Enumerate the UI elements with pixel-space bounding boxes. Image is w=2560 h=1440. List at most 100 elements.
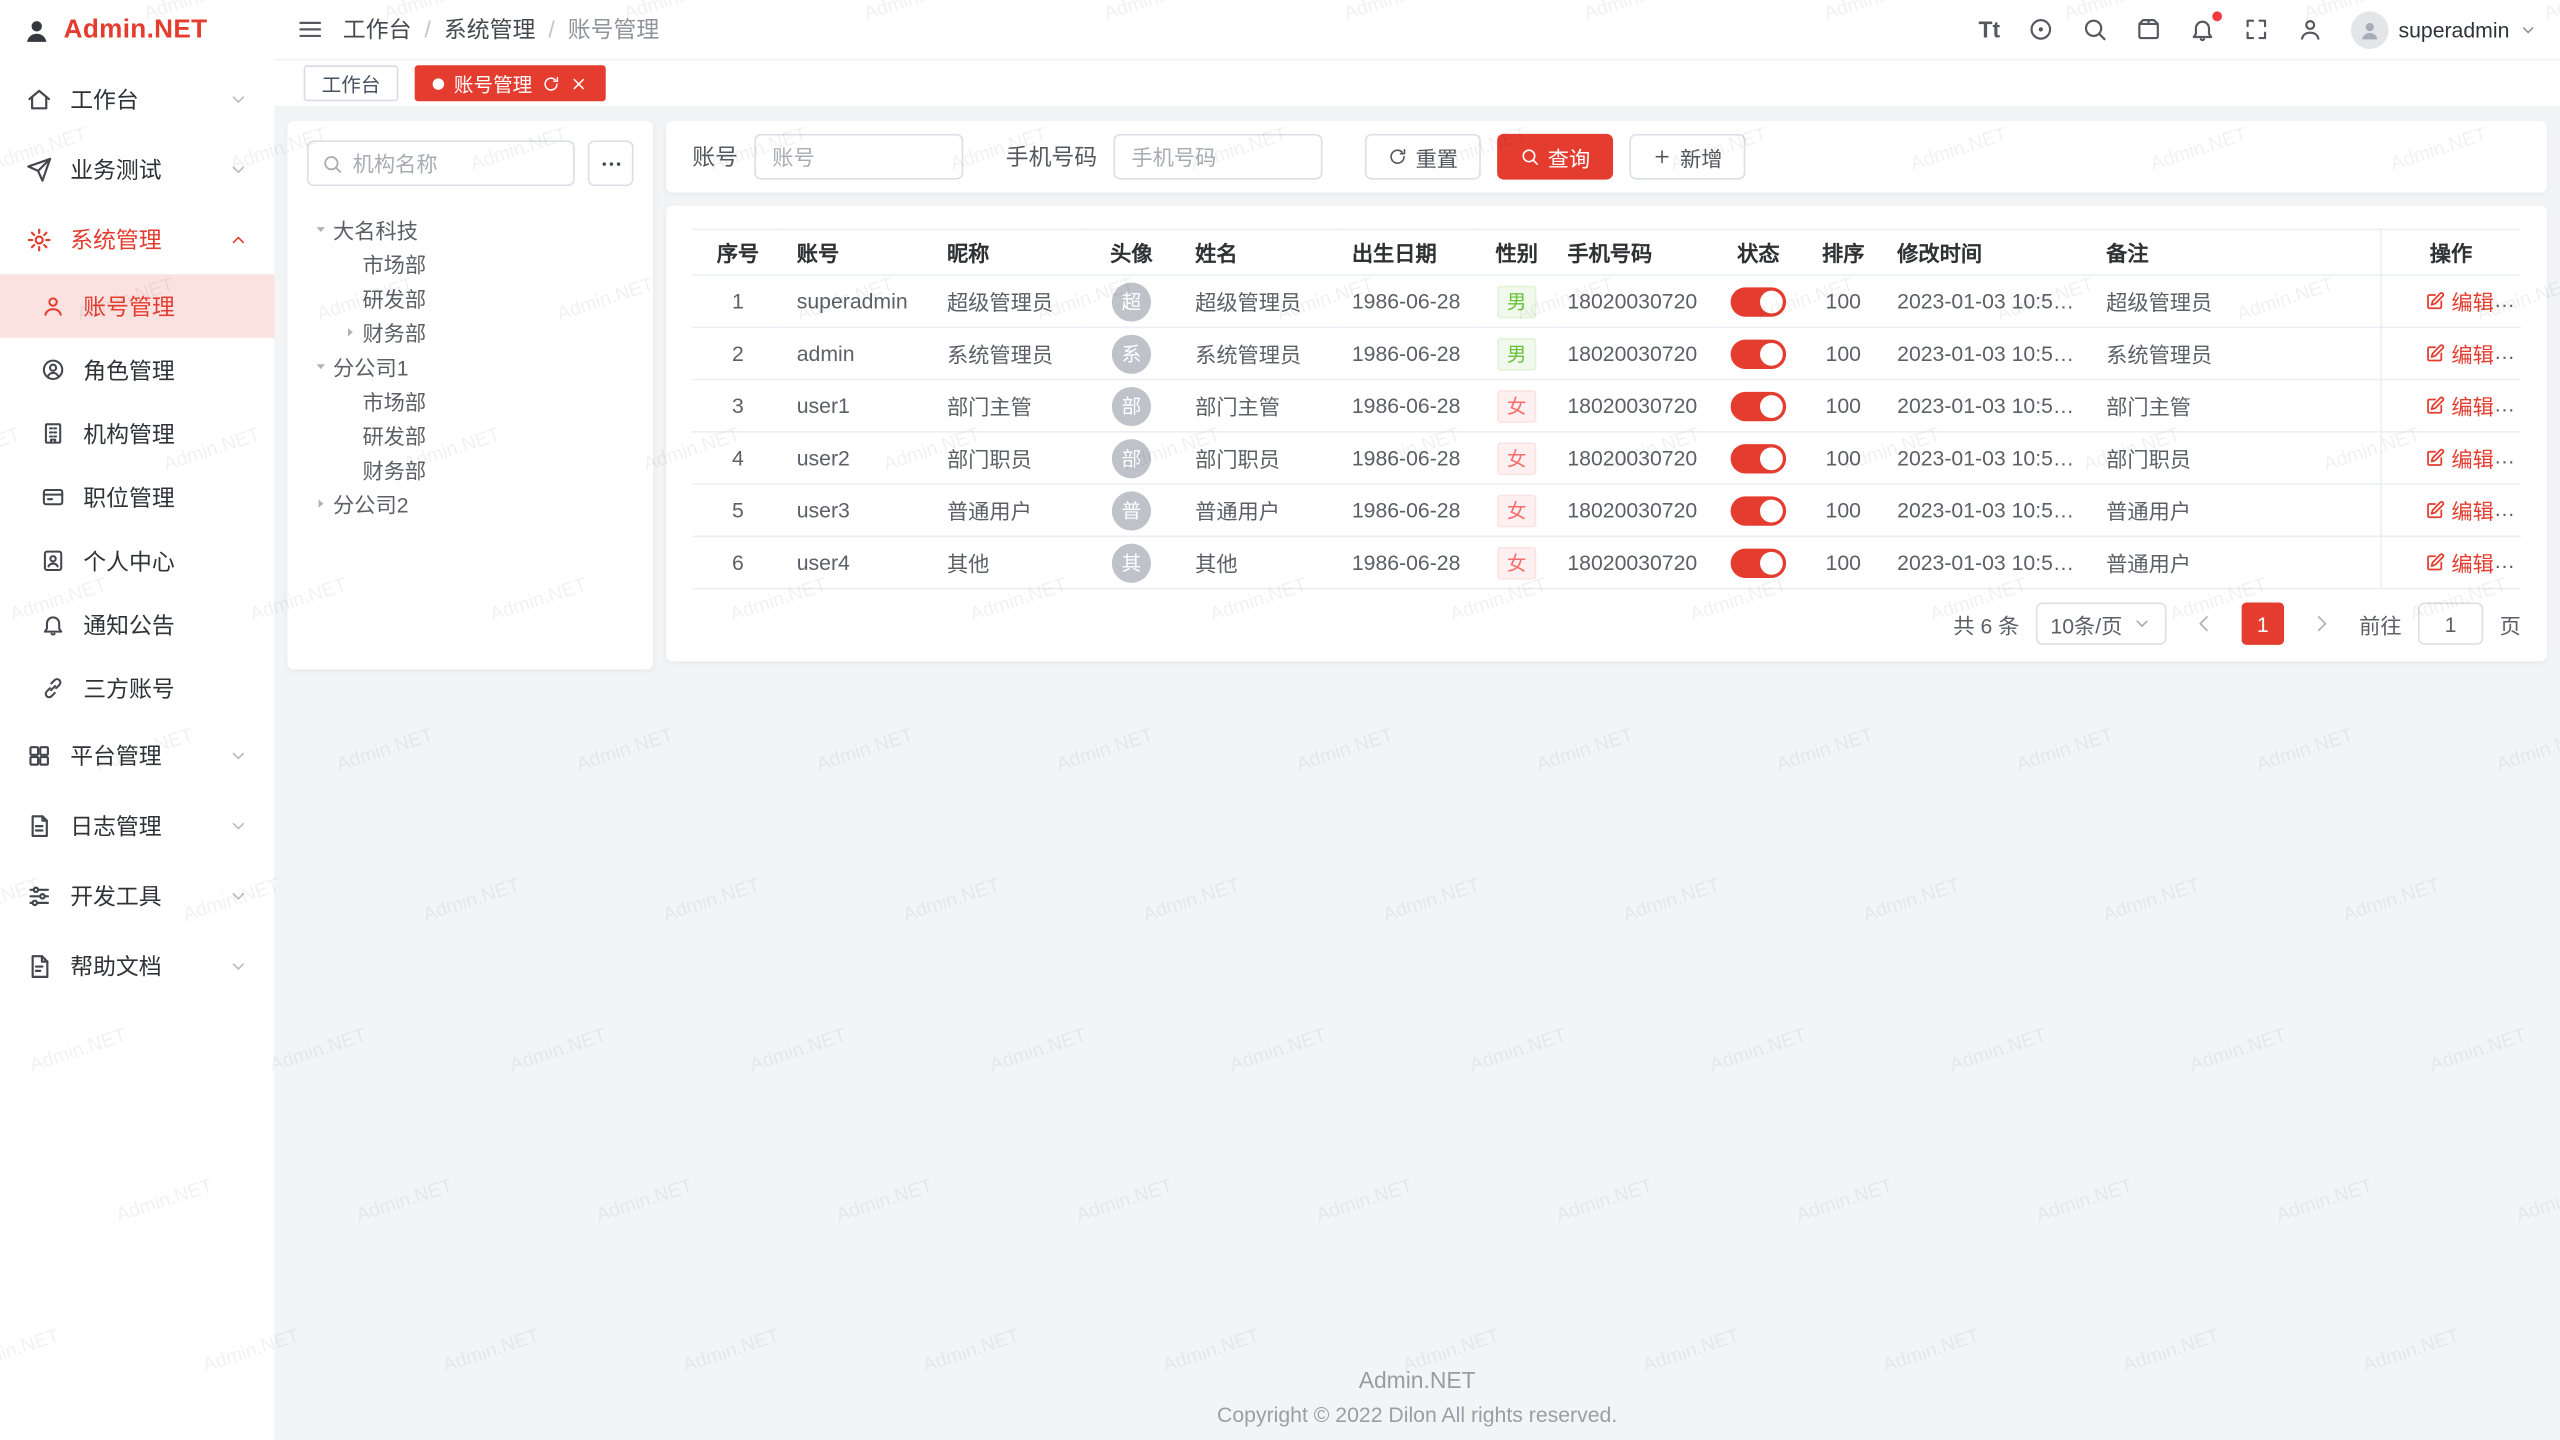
sidebar-item-position-manage[interactable]: 职位管理 [0,465,274,529]
sidebar-item-platform-manage[interactable]: 平台管理 [0,720,274,790]
sidebar-item-help-docs[interactable]: 帮助文档 [0,931,274,1001]
sidebar-item-notice[interactable]: 通知公告 [0,593,274,657]
brand-logo-icon [21,15,52,46]
edit-button[interactable]: 编辑 [2424,338,2494,369]
cell-gender: 女 [1479,484,1554,536]
sidebar-item-business-test[interactable]: 业务测试 [0,134,274,204]
sidebar-item-label: 系统管理 [70,223,161,256]
content: 大名科技市场部研发部财务部分公司1市场部研发部财务部分公司2 账号 手机号码 重… [274,108,2560,1440]
cell-name: 部门主管 [1182,380,1339,432]
collapse-menu-icon[interactable] [297,16,323,42]
status-toggle[interactable] [1731,391,1787,420]
role-icon [41,358,65,382]
sidebar-item-account-manage[interactable]: 账号管理 [0,274,274,338]
add-label: 新增 [1680,141,1722,172]
search-icon[interactable] [2082,16,2108,42]
tab-account-manage[interactable]: 账号管理 [415,65,606,101]
sidebar-item-dev-tools[interactable]: 开发工具 [0,860,274,930]
status-toggle[interactable] [1731,287,1787,316]
cell-gender: 女 [1479,432,1554,484]
theme-icon[interactable] [2028,16,2054,42]
org-search-input[interactable] [353,151,560,175]
tree-node[interactable]: 市场部 [307,247,634,281]
footer-brand: Admin.NET [274,1367,2560,1393]
page-number-button[interactable]: 1 [2242,602,2284,644]
edit-button[interactable]: 编辑 [2424,442,2494,473]
goto-page-input[interactable] [2418,602,2483,644]
app-root: Admin.NET 工作台业务测试系统管理账号管理角色管理机构管理职位管理个人中… [0,0,2560,1440]
status-toggle[interactable] [1731,548,1787,577]
fullscreen-icon[interactable] [2243,16,2269,42]
tree-node[interactable]: 研发部 [307,418,634,452]
edit-button[interactable]: 编辑 [2424,495,2494,526]
add-button[interactable]: 新增 [1629,134,1745,180]
cell-modified-time: 2023-01-03 10:59:44 [1884,484,2093,536]
caret-icon[interactable] [307,495,333,513]
tab-workbench[interactable]: 工作台 [304,65,399,101]
cell-account: user4 [784,536,934,588]
breadcrumb: 工作台/系统管理/账号管理 [343,13,659,46]
page-size-select[interactable]: 10条/页 [2036,602,2167,644]
cell-avatar: 其 [1081,536,1182,588]
brand[interactable]: Admin.NET [0,0,274,60]
sidebar-item-org-manage[interactable]: 机构管理 [0,402,274,466]
bell-icon [2189,16,2215,42]
edit-button[interactable]: 编辑 [2424,286,2494,317]
reset-button[interactable]: 重置 [1365,134,1481,180]
tree-node[interactable]: 财务部 [307,452,634,486]
org-tree: 大名科技市场部研发部财务部分公司1市场部研发部财务部分公司2 [307,212,634,521]
user-menu[interactable]: superadmin [2351,11,2537,49]
edit-button[interactable]: 编辑 [2424,390,2494,421]
tree-node[interactable]: 分公司2 [307,487,634,521]
right-column: 账号 手机号码 重置 查询 新增 序号账号昵称头像姓名出生日期性别手机号码状态排… [666,121,2547,661]
edit-button[interactable]: 编辑 [2424,547,2494,578]
status-toggle[interactable] [1731,496,1787,525]
cell-index: 1 [692,275,783,327]
cell-modified-time: 2023-01-03 10:59:44 [1884,536,2093,588]
caret-icon[interactable] [307,358,333,376]
sidebar-item-log-manage[interactable]: 日志管理 [0,790,274,860]
account-input[interactable] [754,134,963,180]
tree-node[interactable]: 市场部 [307,384,634,418]
tree-node[interactable]: 财务部 [307,315,634,349]
cell-nickname: 超级管理员 [934,275,1081,327]
caret-icon[interactable] [336,323,362,341]
phone-input[interactable] [1113,134,1322,180]
component-box-icon[interactable] [2136,16,2162,42]
tree-node[interactable]: 研发部 [307,281,634,315]
breadcrumb-item[interactable]: 工作台 [343,13,412,46]
tab-close-icon[interactable] [570,74,588,92]
tree-node-label: 分公司2 [333,488,408,519]
refresh-icon [1388,147,1408,167]
next-page-button[interactable] [2300,602,2342,644]
query-button[interactable]: 查询 [1497,134,1613,180]
tree-node[interactable]: 大名科技 [307,212,634,246]
status-toggle[interactable] [1731,443,1787,472]
cell-account: user2 [784,432,934,484]
sidebar-item-third-account[interactable]: 三方账号 [0,656,274,720]
user-icon[interactable] [2297,16,2323,42]
ellipsis-icon [598,151,622,175]
cell-account: user1 [784,380,934,432]
tab-refresh-icon[interactable] [542,74,560,92]
log-icon [26,812,52,838]
caret-icon[interactable] [307,220,333,238]
sidebar-item-system-manage[interactable]: 系统管理 [0,204,274,274]
sidebar-item-label: 帮助文档 [70,949,161,982]
notification-bell-button[interactable] [2189,16,2215,42]
font-size-icon[interactable]: Tt [1979,16,2001,42]
sidebar-item-personal-center[interactable]: 个人中心 [0,529,274,593]
edit-icon [2424,291,2445,312]
sidebar-item-workbench[interactable]: 工作台 [0,64,274,134]
cell-name: 其他 [1182,536,1339,588]
cell-remark: 超级管理员 [2093,275,2380,327]
status-toggle[interactable] [1731,339,1787,368]
prev-page-button[interactable] [2183,602,2225,644]
tree-more-button[interactable] [588,140,634,186]
sidebar-item-role-manage[interactable]: 角色管理 [0,338,274,402]
tree-node[interactable]: 分公司1 [307,349,634,383]
column-header: 出生日期 [1339,229,1479,275]
breadcrumb-item[interactable]: 系统管理 [444,13,535,46]
breadcrumb-separator: / [424,16,430,42]
sidebar-item-label: 平台管理 [70,739,161,772]
